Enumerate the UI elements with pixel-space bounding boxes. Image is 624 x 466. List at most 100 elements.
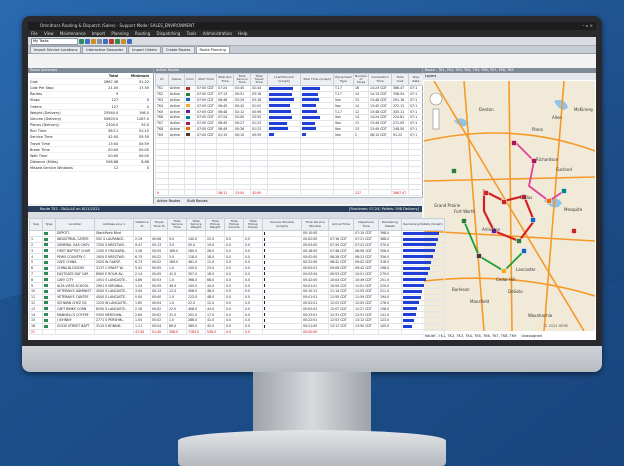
- settings-icon[interactable]: [127, 38, 132, 44]
- layers-button[interactable]: Layers: [425, 74, 436, 78]
- routes-col-header[interactable]: Number of Stops: [353, 73, 369, 86]
- stop-pin[interactable]: [571, 228, 577, 234]
- routes-col-header[interactable]: Total Cost: [391, 73, 409, 86]
- load-bar: [269, 133, 275, 137]
- menu-planning[interactable]: Planning: [111, 31, 128, 36]
- menu-file[interactable]: File: [31, 31, 38, 36]
- stop-pin[interactable]: [511, 140, 517, 146]
- menu-dispatching[interactable]: Dispatching: [157, 31, 181, 36]
- remaining-bar: [403, 260, 432, 264]
- stops-col-header[interactable]: Address Line 1: [94, 218, 134, 231]
- place-label: Fort Worth: [454, 209, 475, 214]
- stop-pin[interactable]: [476, 253, 482, 259]
- route-color-swatch: [186, 133, 190, 137]
- menu-maintenance[interactable]: Maintenance: [60, 31, 86, 36]
- tab-import-service-locations[interactable]: Import Service Locations: [30, 46, 82, 53]
- tab-import-orders[interactable]: Import Orders: [128, 46, 161, 53]
- route-map[interactable]: Denton Plano Allen McKinney Richardson Grand …: [424, 81, 595, 331]
- place-label: Mansfield: [470, 299, 490, 304]
- report-icon[interactable]: [121, 38, 126, 44]
- routes-col-header[interactable]: ID: [155, 73, 169, 86]
- place-label: DeSoto: [508, 289, 523, 294]
- tab-route-planning[interactable]: Route Planning: [195, 46, 230, 53]
- folder-icon[interactable]: [91, 38, 96, 44]
- stop-type-icon: [44, 231, 48, 235]
- stops-col-header[interactable]: Remaining Pallets: [378, 218, 402, 231]
- routes-col-header[interactable]: Total Run Time: [216, 73, 234, 86]
- routes-total-cell: 2667.47: [391, 189, 409, 197]
- stops-total-cell: 00:00:00: [301, 328, 329, 336]
- routes-col-header[interactable]: Total Service Time: [233, 73, 251, 86]
- stops-col-header[interactable]: Time Service Window: [301, 218, 329, 231]
- menu-routing[interactable]: Routing: [135, 31, 150, 36]
- stop-pin[interactable]: [461, 218, 467, 224]
- map-tab-unassigned[interactable]: Unassigned: [522, 334, 542, 338]
- monitor-base: [178, 430, 446, 466]
- window-mark: [264, 243, 265, 247]
- stops-col-header[interactable]: Seq: [29, 218, 43, 231]
- stops-col-header[interactable]: Departure Time: [353, 218, 379, 231]
- routes-col-header[interactable]: Total Travel Time: [250, 73, 268, 86]
- stops-col-header[interactable]: Distance To: [133, 218, 151, 231]
- stops-col-header[interactable]: Total Pickup Volume: [224, 218, 244, 231]
- tasks-dropdown[interactable]: My Tasks: [31, 37, 78, 45]
- window-mark: [264, 237, 265, 241]
- stop-pin[interactable]: [530, 217, 536, 223]
- stops-col-header[interactable]: Remaining Pallets (Graph): [401, 218, 445, 231]
- save-icon[interactable]: [85, 38, 90, 44]
- stop-pin[interactable]: [521, 248, 527, 254]
- tab-create-routes[interactable]: Create Routes: [161, 46, 195, 53]
- map-zoom-control[interactable]: [432, 108, 440, 130]
- stop-pin[interactable]: [501, 199, 507, 205]
- menu-help[interactable]: Help: [238, 31, 247, 36]
- menu-view[interactable]: View: [44, 31, 54, 36]
- window-mark: [264, 260, 265, 264]
- print-icon[interactable]: [97, 38, 102, 44]
- tab-interactive-geocoder[interactable]: Interactive Geocoder: [82, 46, 128, 53]
- routes-col-header[interactable]: Load Percent (Graph): [267, 73, 301, 86]
- stops-col-header[interactable]: Travel Time To: [150, 218, 168, 231]
- stop-pin[interactable]: [546, 198, 552, 204]
- stop-pin[interactable]: [501, 268, 507, 274]
- stops-col-header[interactable]: Type: [42, 218, 56, 231]
- stops-col-header[interactable]: Total Service Time: [167, 218, 187, 231]
- subtab-active-routes[interactable]: Active Routes: [157, 199, 180, 203]
- stop-pin[interactable]: [516, 238, 522, 244]
- stops-col-header[interactable]: Total Pickup Weight: [205, 218, 225, 231]
- routes-col-header[interactable]: Total Time (Graph): [300, 73, 334, 86]
- routes-col-header[interactable]: Status: [168, 73, 185, 86]
- stop-pin[interactable]: [483, 190, 489, 196]
- route-icon[interactable]: [109, 38, 114, 44]
- window-mark: [264, 324, 265, 328]
- routes-col-header[interactable]: Color: [184, 73, 196, 86]
- routes-col-header[interactable]: Equipment Type: [333, 73, 354, 86]
- stops-total-cell: 0.0: [224, 328, 244, 336]
- routes-col-header[interactable]: Stop Rate: [408, 73, 424, 86]
- map-icon[interactable]: [103, 38, 108, 44]
- route-color-swatch: [186, 86, 190, 90]
- remaining-bar: [403, 237, 438, 241]
- menu-administration[interactable]: Administration: [203, 31, 232, 36]
- stop-pin[interactable]: [451, 168, 457, 174]
- stop-pin[interactable]: [561, 188, 567, 194]
- stops-col-header[interactable]: Total Service Weight: [186, 218, 206, 231]
- stops-col-header[interactable]: Arrival Time: [328, 218, 354, 231]
- subtab-built-routes[interactable]: Built Routes: [187, 199, 207, 203]
- stops-col-header[interactable]: Location: [55, 218, 95, 231]
- route-summary-panel: Route Summary Total Minimum Cost 2667.48 9…: [28, 68, 154, 204]
- place-label: Waxahachie: [528, 313, 553, 318]
- monitor-stand: [253, 372, 371, 434]
- refresh-icon[interactable]: [79, 38, 84, 44]
- stop-type-icon: [44, 324, 48, 328]
- stops-col-header[interactable]: Service Window (Graph): [262, 218, 302, 231]
- truck-icon[interactable]: [115, 38, 120, 44]
- place-label: Burleson: [452, 287, 470, 292]
- place-label: Arlington: [482, 227, 501, 232]
- menu-tools[interactable]: Tools: [187, 31, 197, 36]
- routes-col-header[interactable]: Completion Time: [368, 73, 392, 86]
- map-pan-control[interactable]: [429, 92, 443, 106]
- stops-col-header[interactable]: Total Pickup Pieces: [243, 218, 263, 231]
- window-controls[interactable]: – ▫ ×: [582, 22, 593, 30]
- routes-col-header[interactable]: Start Time: [195, 73, 217, 86]
- menu-import[interactable]: Import: [92, 31, 105, 36]
